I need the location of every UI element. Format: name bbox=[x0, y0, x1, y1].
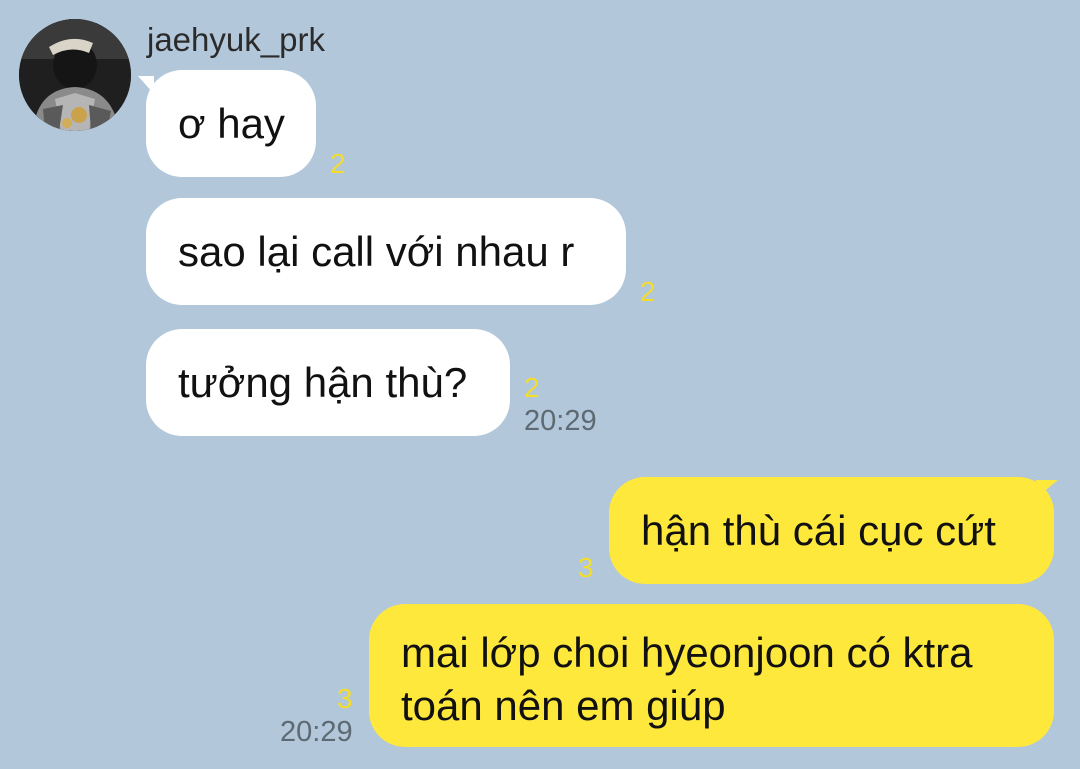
outgoing-message-2[interactable]: mai lớp choi hyeonjoon có ktra toán nên … bbox=[369, 604, 1054, 747]
sender-avatar[interactable] bbox=[19, 19, 131, 131]
unread-count-5: 3 bbox=[337, 683, 353, 714]
message-text-line-1: mai lớp choi hyeonjoon có ktra bbox=[401, 629, 973, 676]
message-timestamp: 20:29 bbox=[280, 716, 353, 748]
message-timestamp: 20:29 bbox=[524, 405, 597, 437]
message-text: ơ hay bbox=[178, 100, 285, 147]
message-text: tưởng hận thù? bbox=[178, 359, 468, 406]
sender-name[interactable]: jaehyuk_prk bbox=[147, 20, 325, 60]
unread-count-3: 2 bbox=[524, 372, 540, 403]
unread-count-4: 3 bbox=[578, 552, 594, 583]
message-text-line-2: toán nên em giúp bbox=[401, 682, 726, 729]
incoming-message-2[interactable]: sao lại call với nhau r bbox=[146, 198, 626, 305]
message-text: hận thù cái cục cứt bbox=[641, 507, 996, 554]
outgoing-message-1[interactable]: hận thù cái cục cứt bbox=[609, 477, 1054, 584]
incoming-message-1[interactable]: ơ hay bbox=[146, 70, 316, 177]
incoming-message-3[interactable]: tưởng hận thù? bbox=[146, 329, 510, 436]
message-text: sao lại call với nhau r bbox=[178, 228, 575, 275]
unread-count-1: 2 bbox=[330, 148, 346, 179]
profile-photo-icon bbox=[19, 19, 131, 131]
unread-count-2: 2 bbox=[640, 276, 656, 307]
